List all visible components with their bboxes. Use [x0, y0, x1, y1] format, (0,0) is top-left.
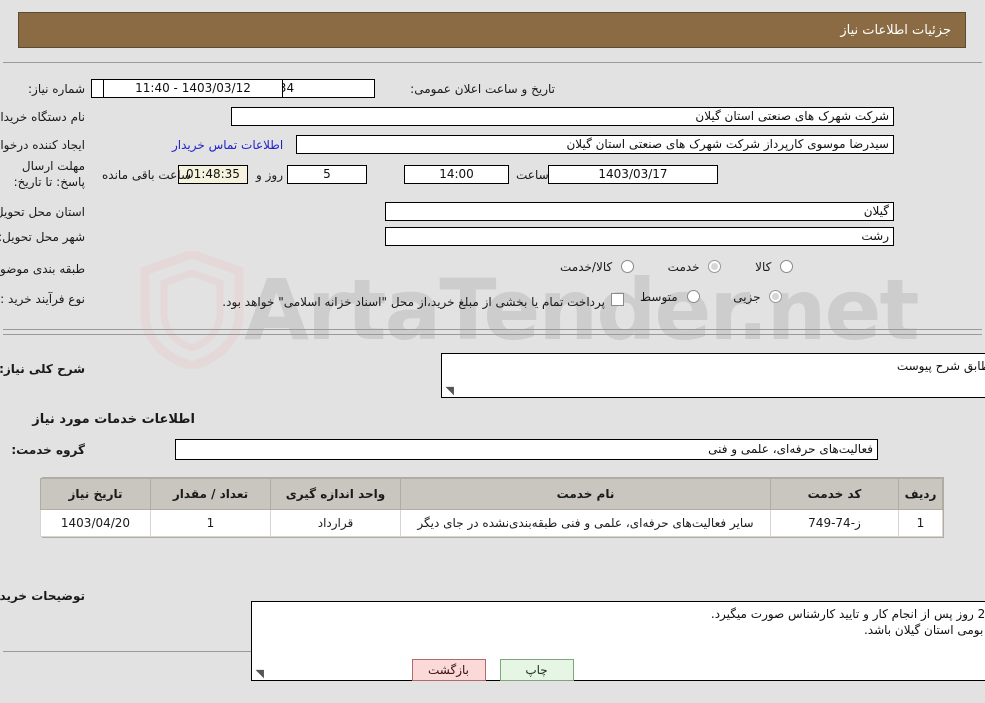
cell-unit: قرارداد: [270, 509, 401, 537]
services-heading: اطلاعات خدمات مورد نیاز: [32, 412, 195, 427]
delivery-province-label: استان محل تحویل:: [0, 205, 85, 219]
deadline-days-suffix: روز و: [256, 168, 283, 182]
th-need-date: تاریخ نیاز: [40, 478, 151, 510]
treasury-docs-label: پرداخت تمام یا بخشی از مبلغ خرید،از محل …: [222, 295, 605, 309]
category-radio-group: کالا خدمت کالا/خدمت: [560, 260, 860, 274]
radio-icon[interactable]: [686, 290, 700, 303]
deadline-timer-suffix: ساعت باقی مانده: [102, 168, 192, 182]
th-quantity: تعداد / مقدار: [150, 478, 271, 510]
need-details-page: ArtaTender.net جزئیات اطلاعات نیاز شماره…: [0, 0, 985, 703]
treasury-docs-checkbox[interactable]: [611, 293, 624, 307]
cell-service-name: سایر فعالیت‌های حرفه‌ای، علمی و فنی طبقه…: [400, 509, 771, 537]
process-option-motavaset[interactable]: متوسط: [640, 290, 700, 304]
delivery-city-value: رشت: [385, 227, 894, 246]
category-option-khedmat[interactable]: خدمت: [668, 260, 722, 274]
resize-grip-icon[interactable]: ◥: [444, 385, 454, 396]
buyer-notes-line-2: مشاور بایستی بومی استان گیلان باشد.: [863, 623, 985, 637]
page-title: جزئیات اطلاعات نیاز: [840, 22, 951, 38]
process-type-label: نوع فرآیند خرید :: [0, 292, 85, 306]
buyer-org-label: نام دستگاه خریدار:: [0, 110, 85, 124]
print-button[interactable]: چاپ: [499, 659, 574, 681]
public-announce-value: 1403/03/12 - 11:40: [103, 79, 283, 98]
table-row: 1 ز-74-749 سایر فعالیت‌های حرفه‌ای، علمی…: [40, 509, 943, 537]
th-row-no: ردیف: [898, 478, 943, 510]
category-option-kala-khedmat[interactable]: کالا/خدمت: [560, 260, 635, 274]
public-announce-label: تاریخ و ساعت اعلان عمومی:: [410, 82, 555, 96]
buyer-notes-label: توضیحات خریدار:: [0, 589, 85, 603]
service-group-value: فعالیت‌های حرفه‌ای، علمی و فنی: [175, 439, 878, 460]
buyer-notes-line-1: پرداخت وجه 20 روز پس از انجام کار و تایی…: [710, 607, 985, 621]
th-unit: واحد اندازه گیری: [270, 478, 401, 510]
table-header-row: ردیف کد خدمت نام خدمت واحد اندازه گیری ت…: [40, 478, 943, 510]
process-option-label: متوسط: [640, 290, 678, 304]
general-desc-label: شرح کلی نیاز:: [0, 362, 85, 376]
category-option-label: کالا/خدمت: [560, 260, 613, 274]
service-group-label: گروه خدمت:: [11, 443, 85, 457]
cell-row-no: 1: [898, 509, 943, 537]
deadline-days-value: 5: [287, 165, 367, 184]
radio-icon[interactable]: [780, 260, 794, 273]
radio-icon[interactable]: [769, 290, 783, 303]
cell-service-code: ز-74-749: [770, 509, 899, 537]
category-label: طبقه بندی موضوعی:: [0, 262, 85, 276]
category-option-label: خدمت: [667, 260, 700, 274]
process-option-label: جزیی: [733, 290, 761, 304]
th-service-name: نام خدمت: [400, 478, 771, 510]
back-button[interactable]: بازگشت: [411, 659, 486, 681]
category-option-kala[interactable]: کالا: [755, 260, 794, 274]
delivery-city-label: شهر محل تحویل:: [0, 230, 85, 244]
process-type-radio-group: جزیی متوسط: [640, 290, 860, 304]
general-desc-textarea[interactable]: برگزاری دوره آموزشی مهارتی مطابق شرح پیو…: [441, 353, 985, 398]
deadline-hour-value: 14:00: [404, 165, 509, 184]
deadline-hour-label: ساعت: [516, 168, 549, 182]
process-option-jozei[interactable]: جزیی: [733, 290, 783, 304]
cell-need-date: 1403/04/20: [40, 509, 151, 537]
footer-button-bar: بازگشت چاپ: [0, 659, 985, 681]
buyer-contact-link[interactable]: اطلاعات تماس خریدار: [172, 138, 283, 152]
deadline-label: مهلت ارسال پاسخ: تا تاریخ:: [13, 159, 85, 189]
general-desc-value: برگزاری دوره آموزشی مهارتی مطابق شرح پیو…: [896, 359, 985, 373]
creator-value: سیدرضا موسوی کارپرداز شرکت شهرک های صنعت…: [296, 135, 894, 154]
creator-label: ایجاد کننده درخواست:: [0, 138, 85, 152]
buyer-org-value: شرکت شهرک های صنعتی استان گیلان: [231, 107, 894, 126]
radio-icon[interactable]: [621, 260, 635, 273]
checkbox-icon[interactable]: [611, 293, 624, 306]
radio-icon[interactable]: [708, 260, 722, 273]
deadline-date-value: 1403/03/17: [548, 165, 718, 184]
category-option-label: کالا: [755, 260, 772, 274]
need-number-label: شماره نیاز:: [28, 82, 85, 96]
th-service-code: کد خدمت: [770, 478, 899, 510]
window-title-bar: جزئیات اطلاعات نیاز: [18, 12, 966, 48]
cell-quantity: 1: [150, 509, 271, 537]
services-table: ردیف کد خدمت نام خدمت واحد اندازه گیری ت…: [40, 477, 944, 538]
delivery-province-value: گیلان: [385, 202, 894, 221]
